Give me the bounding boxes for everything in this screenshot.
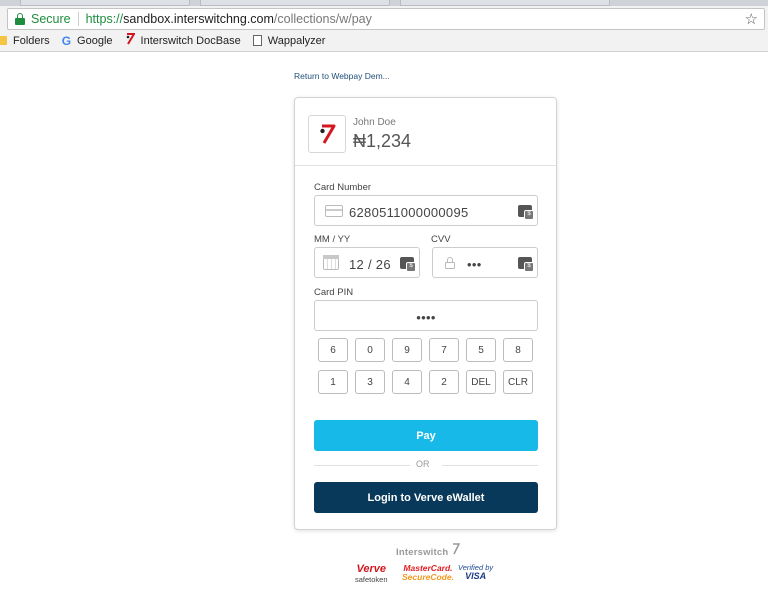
credit-card-icon [325, 205, 343, 217]
keypad-key[interactable]: 2 [429, 370, 459, 394]
pin-field[interactable]: •••• [314, 300, 538, 331]
calendar-icon [323, 255, 339, 270]
tab-strip [0, 0, 768, 6]
card-scan-icon [400, 257, 416, 272]
secure-label: Secure [31, 12, 71, 26]
keypad-key[interactable]: 8 [503, 338, 533, 362]
pin-label: Card PIN [314, 287, 354, 298]
mastercard-badge-subtitle: SecureCode. [402, 571, 454, 582]
cvv-field[interactable]: ••• [432, 247, 538, 278]
payment-card: John Doe ₦1,234 Card Number 628051100000… [294, 97, 557, 530]
card-scan-icon [518, 205, 534, 220]
card-number-label: Card Number [314, 182, 372, 193]
mastercard-securecode-badge: MasterCard. SecureCode. [402, 564, 454, 582]
pin-value: •••• [416, 310, 436, 325]
pay-button[interactable]: Pay [314, 420, 538, 451]
footer-brand-text: Interswitch [396, 547, 449, 558]
cvv-label: CVV [431, 234, 451, 245]
bookmark-label: Folders [13, 34, 50, 47]
keypad-key[interactable]: 5 [466, 338, 496, 362]
keypad-key[interactable]: 3 [355, 370, 385, 394]
verve-safetoken-badge: Verve safetoken [355, 563, 388, 584]
or-divider-label: OR [416, 459, 430, 469]
url-scheme: https:// [85, 12, 124, 26]
expiry-field[interactable]: 12 / 26 [314, 247, 420, 278]
divider [442, 465, 538, 466]
keypad-key[interactable]: 7 [429, 338, 459, 362]
lock-icon [445, 257, 455, 269]
interswitch-footer-logo: Interswitch [396, 543, 461, 558]
verve-badge-subtitle: safetoken [355, 574, 388, 584]
verve-ewallet-login-button[interactable]: Login to Verve eWallet [314, 482, 538, 513]
keypad-key[interactable]: 9 [392, 338, 422, 362]
visa-badge-subtitle: VISA [465, 570, 487, 581]
verve-badge-title: Verve [356, 563, 387, 575]
interswitch-icon [125, 33, 136, 48]
verified-by-visa-badge: Verified by VISA [458, 564, 493, 581]
card-number-field[interactable]: 6280511000000095 [314, 195, 538, 226]
expiry-value: 12 / 26 [349, 257, 391, 272]
bookmark-wappalyzer[interactable]: Wappalyzer [252, 34, 326, 47]
lock-icon [15, 13, 25, 25]
bookmark-star-icon[interactable]: ☆ [745, 10, 758, 28]
keypad-delete-key[interactable]: DEL [466, 370, 496, 394]
payment-header: John Doe ₦1,234 [295, 98, 556, 166]
card-number-value: 6280511000000095 [349, 205, 469, 220]
keypad-key[interactable]: 6 [318, 338, 348, 362]
expiry-label: MM / YY [314, 234, 351, 245]
address-bar[interactable]: Secure https:// sandbox.interswitchng.co… [7, 8, 765, 30]
card-scan-icon [518, 257, 534, 272]
url-host: sandbox.interswitchng.com [123, 12, 274, 26]
interswitch-mark-icon [453, 543, 461, 555]
merchant-name: John Doe [353, 117, 396, 128]
browser-tab[interactable] [200, 0, 390, 6]
return-link[interactable]: Return to Webpay Dem... [294, 71, 390, 81]
divider [314, 465, 410, 466]
keypad-key[interactable]: 0 [355, 338, 385, 362]
keypad-clear-key[interactable]: CLR [503, 370, 533, 394]
bookmark-label: Wappalyzer [267, 34, 326, 47]
bookmarks-bar: Folders G Google Interswitch DocBase Wap… [0, 31, 337, 50]
browser-tab[interactable] [20, 0, 190, 6]
folder-icon [0, 36, 7, 45]
keypad-key[interactable]: 1 [318, 370, 348, 394]
bookmark-label: Google [77, 34, 113, 47]
bookmark-folders[interactable]: Folders [0, 35, 50, 47]
browser-chrome: Secure https:// sandbox.interswitchng.co… [0, 0, 768, 52]
browser-tab[interactable] [400, 0, 610, 6]
keypad-key[interactable]: 4 [392, 370, 422, 394]
bookmark-google[interactable]: G Google [62, 34, 113, 48]
bookmark-label: Interswitch DocBase [140, 34, 241, 47]
payment-amount: ₦1,234 [353, 131, 412, 151]
interswitch-logo [308, 115, 346, 153]
google-icon: G [61, 33, 72, 48]
cvv-value: ••• [467, 257, 482, 272]
url-path: /collections/w/pay [273, 12, 372, 26]
document-icon [252, 35, 262, 46]
interswitch-mark-icon [320, 124, 336, 144]
bookmark-interswitch-docbase[interactable]: Interswitch DocBase [125, 33, 241, 48]
